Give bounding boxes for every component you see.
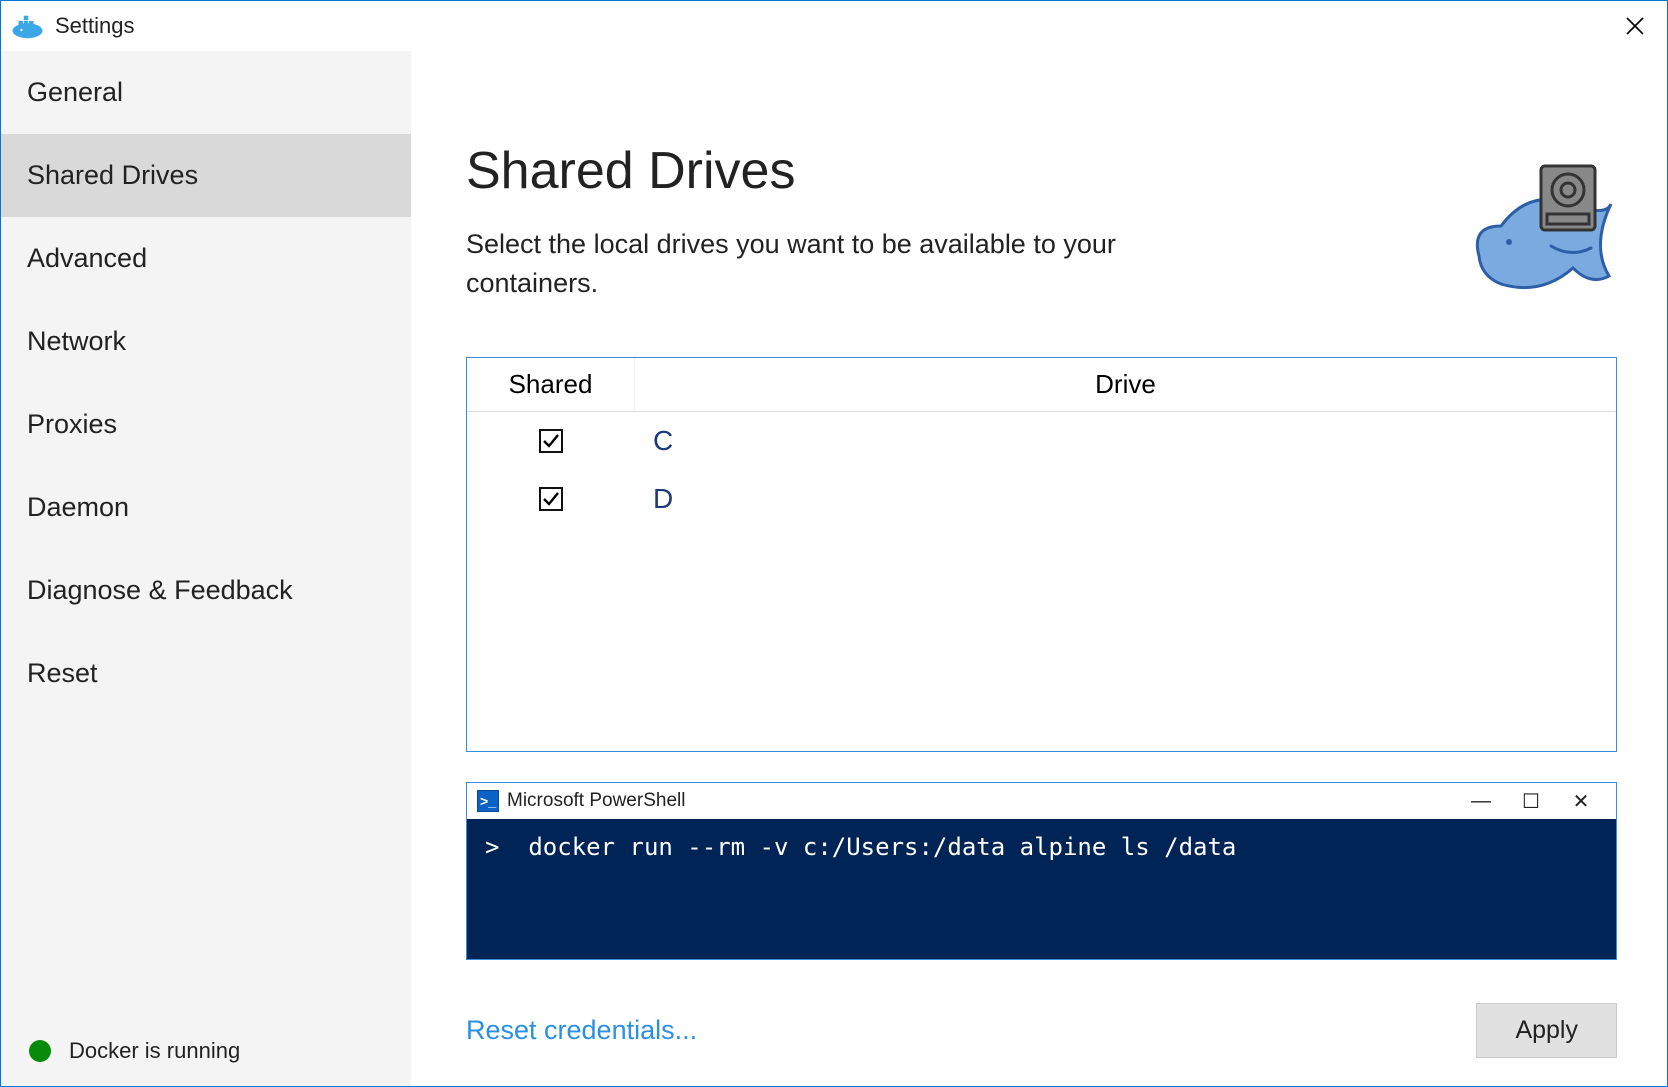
status-dot-icon [29, 1040, 51, 1062]
drives-table: Shared Drive C D [466, 357, 1617, 752]
apply-button[interactable]: Apply [1476, 1003, 1617, 1058]
drive-label: C [635, 425, 1616, 457]
sidebar-item-reset[interactable]: Reset [1, 632, 411, 715]
close-icon [1626, 17, 1644, 35]
main-panel: Shared Drives Select the local drives yo… [411, 51, 1667, 1086]
powershell-icon: >_ [477, 790, 499, 812]
sidebar-item-diagnose-feedback[interactable]: Diagnose & Feedback [1, 549, 411, 632]
powershell-command: > docker run --rm -v c:/Users:/data alpi… [485, 833, 1598, 861]
checkmark-icon [542, 490, 560, 508]
sidebar-item-general[interactable]: General [1, 51, 411, 134]
sidebar-item-shared-drives[interactable]: Shared Drives [1, 134, 411, 217]
sidebar-item-advanced[interactable]: Advanced [1, 217, 411, 300]
powershell-minimize-button[interactable]: — [1456, 790, 1506, 813]
column-header-shared: Shared [467, 358, 635, 411]
status-text: Docker is running [69, 1038, 240, 1064]
powershell-window: >_ Microsoft PowerShell — ☐ ✕ > docker r… [466, 782, 1617, 960]
sidebar-item-daemon[interactable]: Daemon [1, 466, 411, 549]
powershell-title: Microsoft PowerShell [507, 790, 1456, 812]
drives-table-header: Shared Drive [467, 358, 1616, 412]
footer: Reset credentials... Apply [466, 1003, 1617, 1058]
column-header-drive: Drive [635, 358, 1616, 411]
powershell-titlebar: >_ Microsoft PowerShell — ☐ ✕ [467, 783, 1616, 819]
page-title: Shared Drives [466, 141, 1617, 201]
powershell-close-button[interactable]: ✕ [1556, 789, 1606, 814]
drive-row: C [467, 412, 1616, 470]
whale-illustration-icon [1461, 146, 1621, 311]
powershell-body: > docker run --rm -v c:/Users:/data alpi… [467, 819, 1616, 959]
titlebar: Settings [1, 1, 1667, 51]
sidebar-item-proxies[interactable]: Proxies [1, 383, 411, 466]
powershell-maximize-button[interactable]: ☐ [1506, 789, 1556, 814]
window-title: Settings [55, 13, 1615, 39]
docker-logo-icon [11, 12, 47, 40]
reset-credentials-link[interactable]: Reset credentials... [466, 1015, 697, 1046]
checkmark-icon [542, 432, 560, 450]
sidebar-item-network[interactable]: Network [1, 300, 411, 383]
drive-row: D [467, 470, 1616, 528]
drive-label: D [635, 483, 1616, 515]
sidebar: General Shared Drives Advanced Network P… [1, 51, 411, 1086]
page-subtitle: Select the local drives you want to be a… [466, 225, 1186, 303]
status-row: Docker is running [29, 1038, 240, 1064]
drive-checkbox-d[interactable] [539, 487, 563, 511]
window-close-button[interactable] [1615, 6, 1655, 46]
drive-checkbox-c[interactable] [539, 429, 563, 453]
